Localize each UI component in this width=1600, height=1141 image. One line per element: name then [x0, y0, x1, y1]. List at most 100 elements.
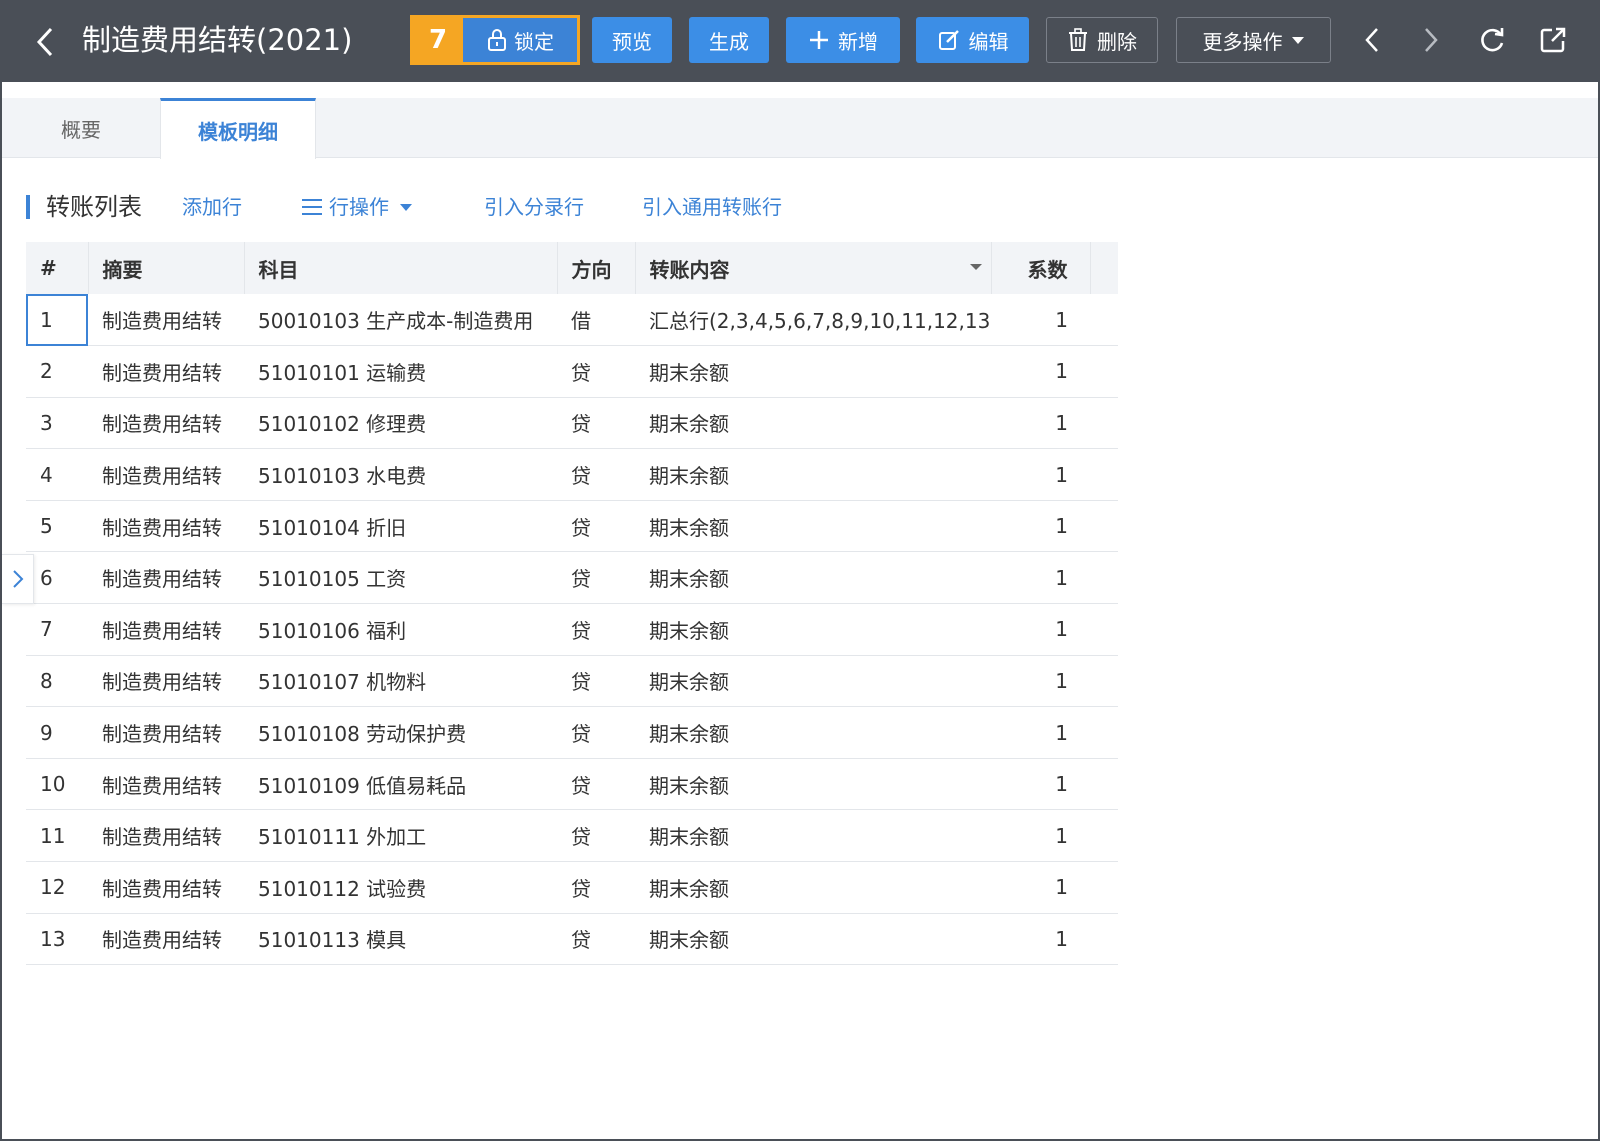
cell-direction[interactable]: 贷 [557, 809, 635, 863]
cell-index[interactable]: 9 [26, 706, 88, 759]
cell-content[interactable]: 汇总行(2,3,4,5,6,7,8,9,10,11,12,13) [635, 294, 991, 347]
col-header-summary[interactable]: 摘要 [88, 242, 245, 294]
cell-summary[interactable]: 制造费用结转 [88, 448, 244, 501]
cell-account[interactable]: 51010109 低值易耗品 [244, 758, 557, 811]
cell-summary[interactable]: 制造费用结转 [88, 706, 244, 759]
cell-coef[interactable]: 1 [991, 706, 1090, 759]
cell-coef[interactable]: 1 [991, 448, 1090, 501]
cell-index[interactable]: 8 [26, 655, 88, 708]
cell-content[interactable]: 期末余额 [635, 655, 991, 708]
cell-account[interactable]: 51010113 模具 [244, 913, 557, 966]
cell-coef[interactable]: 1 [991, 758, 1090, 811]
delete-button[interactable]: 删除 [1046, 17, 1158, 63]
cell-direction[interactable]: 贷 [557, 655, 635, 708]
cell-summary[interactable]: 制造费用结转 [88, 500, 244, 553]
cell-summary[interactable]: 制造费用结转 [88, 913, 244, 966]
cell-index[interactable]: 4 [26, 448, 88, 501]
add-row-link[interactable]: 添加行 [182, 192, 242, 222]
cell-index[interactable]: 12 [26, 861, 88, 914]
cell-account[interactable]: 51010107 机物料 [244, 655, 557, 708]
lock-button[interactable]: 锁定 [463, 18, 577, 62]
cell-coef[interactable]: 1 [991, 500, 1090, 553]
next-record-button[interactable] [1411, 20, 1451, 60]
table-row[interactable]: 11 制造费用结转 51010111 外加工贷期末余额 1 [26, 809, 1118, 863]
side-panel-toggle[interactable] [2, 554, 34, 604]
prev-record-button[interactable] [1352, 20, 1392, 60]
cell-direction[interactable]: 贷 [557, 603, 635, 656]
cell-content[interactable]: 期末余额 [635, 758, 991, 811]
cell-index[interactable]: 1 [26, 294, 88, 347]
cell-direction[interactable]: 贷 [557, 500, 635, 553]
cell-content[interactable]: 期末余额 [635, 448, 991, 501]
cell-coef[interactable]: 1 [991, 397, 1090, 450]
cell-content[interactable]: 期末余额 [635, 603, 991, 656]
cell-content[interactable]: 期末余额 [635, 345, 991, 398]
cell-account[interactable]: 51010111 外加工 [244, 809, 557, 863]
cell-index[interactable]: 13 [26, 913, 88, 966]
table-row[interactable]: 4 制造费用结转 51010103 水电费贷期末余额 1 [26, 448, 1118, 501]
cell-direction[interactable]: 贷 [557, 706, 635, 759]
cell-coef[interactable]: 1 [991, 603, 1090, 656]
preview-button[interactable]: 预览 [592, 17, 672, 63]
cell-coef[interactable]: 1 [991, 551, 1090, 605]
cell-summary[interactable]: 制造费用结转 [88, 397, 244, 450]
cell-index[interactable]: 7 [26, 603, 88, 656]
cell-direction[interactable]: 贷 [557, 551, 635, 605]
import-entry-link[interactable]: 引入分录行 [484, 192, 584, 222]
cell-index[interactable]: 10 [26, 758, 88, 811]
cell-content[interactable]: 期末余额 [635, 809, 991, 863]
cell-content[interactable]: 期末余额 [635, 500, 991, 553]
cell-account[interactable]: 51010104 折旧 [244, 500, 557, 553]
tab-overview[interactable]: 概要 [2, 98, 160, 158]
cell-account[interactable]: 51010112 试验费 [244, 861, 557, 914]
table-row[interactable]: 1 制造费用结转 50010103 生产成本-制造费用借汇总行(2,3,4,5,6,… [26, 294, 1118, 347]
cell-summary[interactable]: 制造费用结转 [88, 294, 244, 347]
cell-index[interactable]: 3 [26, 397, 88, 450]
cell-direction[interactable]: 贷 [557, 861, 635, 914]
table-row[interactable]: 3 制造费用结转 51010102 修理费贷期末余额 1 [26, 397, 1118, 450]
table-row[interactable]: 7 制造费用结转 51010106 福利贷期末余额 1 [26, 603, 1118, 656]
cell-summary[interactable]: 制造费用结转 [88, 809, 244, 863]
cell-coef[interactable]: 1 [991, 294, 1090, 347]
back-button[interactable] [28, 22, 62, 62]
cell-coef[interactable]: 1 [991, 655, 1090, 708]
table-row[interactable]: 12 制造费用结转 51010112 试验费贷期末余额 1 [26, 861, 1118, 914]
cell-coef[interactable]: 1 [991, 861, 1090, 914]
cell-summary[interactable]: 制造费用结转 [88, 603, 244, 656]
table-row[interactable]: 10 制造费用结转 51010109 低值易耗品贷期末余额 1 [26, 758, 1118, 811]
more-actions-dropdown[interactable]: 更多操作 [1176, 17, 1331, 63]
table-row[interactable]: 8 制造费用结转 51010107 机物料贷期末余额 1 [26, 655, 1118, 708]
cell-content[interactable]: 期末余额 [635, 861, 991, 914]
cell-summary[interactable]: 制造费用结转 [88, 861, 244, 914]
cell-account[interactable]: 51010102 修理费 [244, 397, 557, 450]
col-header-content[interactable]: 转账内容 [635, 242, 992, 294]
table-row[interactable]: 2 制造费用结转 51010101 运输费贷期末余额 1 [26, 345, 1118, 398]
cell-index[interactable]: 6 [26, 551, 88, 605]
cell-summary[interactable]: 制造费用结转 [88, 655, 244, 708]
cell-coef[interactable]: 1 [991, 345, 1090, 398]
tab-template-detail[interactable]: 模板明细 [160, 98, 316, 159]
row-operations-dropdown[interactable]: 行操作 [301, 192, 413, 222]
table-row[interactable]: 13 制造费用结转 51010113 模具贷期末余额 1 [26, 913, 1118, 966]
cell-summary[interactable]: 制造费用结转 [88, 758, 244, 811]
col-header-direction[interactable]: 方向 [557, 242, 636, 294]
open-new-window-button[interactable] [1533, 20, 1573, 60]
cell-index[interactable]: 2 [26, 345, 88, 398]
generate-button[interactable]: 生成 [689, 17, 769, 63]
cell-account[interactable]: 51010101 运输费 [244, 345, 557, 398]
cell-account[interactable]: 51010103 水电费 [244, 448, 557, 501]
cell-summary[interactable]: 制造费用结转 [88, 345, 244, 398]
cell-direction[interactable]: 借 [557, 294, 635, 347]
cell-direction[interactable]: 贷 [557, 448, 635, 501]
cell-index[interactable]: 11 [26, 809, 88, 863]
caret-down-icon[interactable] [969, 262, 983, 272]
cell-content[interactable]: 期末余额 [635, 397, 991, 450]
cell-account[interactable]: 51010105 工资 [244, 551, 557, 605]
edit-button[interactable]: 编辑 [916, 17, 1029, 63]
table-row[interactable]: 5 制造费用结转 51010104 折旧贷期末余额 1 [26, 500, 1118, 553]
cell-account[interactable]: 51010106 福利 [244, 603, 557, 656]
col-header-coef[interactable]: 系数 [991, 242, 1091, 294]
col-header-account[interactable]: 科目 [244, 242, 558, 294]
cell-account[interactable]: 50010103 生产成本-制造费用 [244, 294, 557, 347]
add-button[interactable]: 新增 [786, 17, 900, 63]
